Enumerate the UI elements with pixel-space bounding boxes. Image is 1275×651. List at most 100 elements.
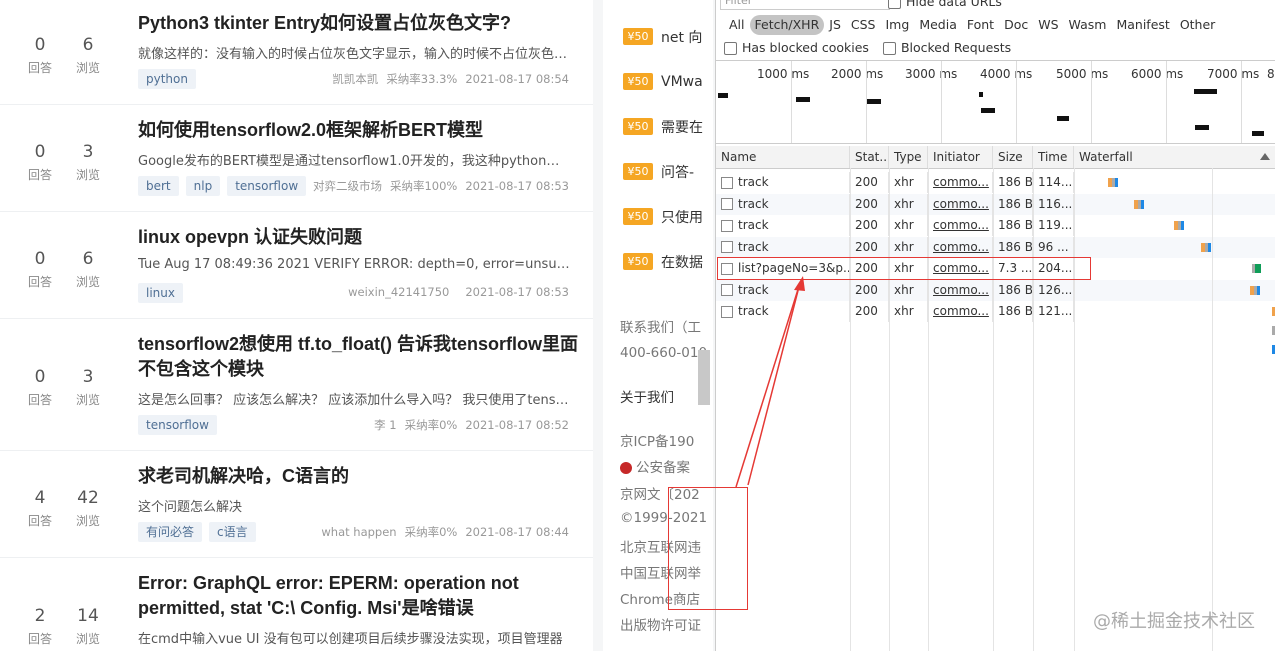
hide-data-urls-checkbox[interactable]: Hide data URLs xyxy=(888,0,1002,9)
question-desc[interactable]: 在cmd中输入vue UI 没有包可以创建项目后续步骤没法实现，项目管理器 xyxy=(138,628,570,647)
bounty-title[interactable]: 需要在 xyxy=(661,120,703,136)
checkbox-icon xyxy=(882,42,896,55)
author[interactable]: weixin_42141750 xyxy=(348,285,449,299)
bounty-title[interactable]: 在数据 xyxy=(661,255,703,271)
has-blocked-cookies-checkbox[interactable]: Has blocked cookies xyxy=(724,40,869,55)
bounty-title[interactable]: 问答- xyxy=(661,165,694,181)
cell-initiator[interactable]: commo... xyxy=(928,172,993,193)
answer-count-label: 回答 xyxy=(27,61,52,75)
cell-size: 186 B xyxy=(993,301,1033,322)
type-filter-wasm[interactable]: Wasm xyxy=(1064,15,1112,35)
question-item[interactable]: 0 回答 6 浏览 Python3 tkinter Entry如何设置占位灰色文字? 就像… xyxy=(0,0,593,105)
footer-police[interactable]: 公安备案 xyxy=(620,456,690,476)
timeline-overview[interactable]: 1000 ms 2000 ms 3000 ms 4000 ms 5000 ms 6000 … xyxy=(716,60,1275,144)
answer-count-value: 2 xyxy=(34,606,46,626)
question-title[interactable]: Python3 tkinter Entry如何设置占位灰色文字? xyxy=(138,11,578,36)
cell-type: xhr xyxy=(889,301,928,322)
author[interactable]: 李 1 xyxy=(374,418,396,432)
bounty-title[interactable]: 只使用 xyxy=(661,210,703,226)
cell-initiator[interactable]: commo... xyxy=(928,193,993,215)
bounty-item[interactable]: ¥50 在数据 xyxy=(623,251,703,271)
type-filter-media[interactable]: Media xyxy=(914,15,962,35)
question-title[interactable]: Error: GraphQL error: EPERM: operation n… xyxy=(138,571,578,621)
question-tag[interactable]: 有问必答 xyxy=(138,522,203,542)
question-tag[interactable]: python xyxy=(138,69,196,89)
column-header[interactable]: Size xyxy=(993,146,1033,168)
bounty-item[interactable]: ¥50 只使用 xyxy=(623,206,703,226)
type-filter-all[interactable]: All xyxy=(724,15,750,35)
bounty-title[interactable]: VMwa xyxy=(661,74,703,90)
question-tag[interactable]: c语言 xyxy=(209,522,256,542)
question-item[interactable]: 0 回答 6 浏览 linux opevpn 认证失败问题 Tue Aug 17 08:4… xyxy=(0,211,593,319)
type-filter-css[interactable]: CSS xyxy=(846,15,881,35)
bounty-item[interactable]: ¥50 需要在 xyxy=(623,116,703,136)
page-scrollbar[interactable] xyxy=(698,350,710,405)
type-filter-fetchxhr[interactable]: Fetch/XHR xyxy=(749,15,825,35)
type-filter-font[interactable]: Font xyxy=(962,15,999,35)
request-row[interactable]: track 200 xhr commo... 186 B 126... xyxy=(716,279,1275,301)
file-icon xyxy=(721,219,733,232)
cell-status: 200 xyxy=(850,301,889,322)
bounty-item[interactable]: ¥50 net 向 xyxy=(623,26,702,46)
column-header[interactable]: Time xyxy=(1033,146,1074,168)
column-header[interactable]: Stat... xyxy=(850,146,889,168)
author[interactable]: what happen xyxy=(321,525,396,539)
type-filter-ws[interactable]: WS xyxy=(1033,15,1063,35)
question-tag[interactable]: bert xyxy=(138,176,179,196)
type-filter-img[interactable]: Img xyxy=(881,15,915,35)
sort-ascending-icon[interactable] xyxy=(1260,153,1270,160)
question-title[interactable]: 如何使用tensorflow2.0框架解析BERT模型 xyxy=(138,118,578,143)
question-desc[interactable]: 就像这样的：没有输入的时候占位灰色文字显示，输入的时候不占位灰色文字消失 xyxy=(138,43,570,62)
type-filter-js[interactable]: JS xyxy=(824,15,846,35)
footer-about[interactable]: 关于我们 xyxy=(620,386,674,406)
question-desc[interactable]: Google发布的BERT模型是通过tensorflow1.0开发的，我这种py… xyxy=(138,150,570,169)
question-meta: what happen 采纳率0% 2021-08-17 08:44 xyxy=(313,524,569,540)
request-row[interactable]: track 200 xhr commo... 186 B 116... xyxy=(716,193,1275,215)
filter-input[interactable]: Filter xyxy=(720,0,890,10)
cell-initiator[interactable]: commo... xyxy=(928,236,993,258)
cell-name: track xyxy=(716,236,850,258)
question-desc[interactable]: 这是怎么回事？ 应该怎么解决？ 应该添加什么导入吗？ 我只使用了tensorfl… xyxy=(138,389,570,408)
request-row[interactable]: track 200 xhr commo... 186 B 96 ... xyxy=(716,236,1275,258)
bounty-item[interactable]: ¥50 VMwa xyxy=(623,71,703,91)
request-row[interactable]: track 200 xhr commo... 186 B 114... xyxy=(716,172,1275,193)
request-row[interactable]: track 200 xhr commo... 186 B 119... xyxy=(716,215,1275,236)
question-desc[interactable]: Tue Aug 17 08:49:36 2021 VERIFY ERROR: d… xyxy=(138,257,570,272)
type-filter-doc[interactable]: Doc xyxy=(999,15,1033,35)
view-count: 6 浏览 xyxy=(68,249,108,290)
cell-initiator[interactable]: commo... xyxy=(928,215,993,236)
type-filter-manifest[interactable]: Manifest xyxy=(1111,15,1174,35)
request-row[interactable]: track 200 xhr commo... 186 B 121... xyxy=(716,301,1275,354)
view-count: 42 浏览 xyxy=(68,488,108,529)
footer-contact[interactable]: 联系我们（工 xyxy=(620,316,701,336)
question-tag[interactable]: nlp xyxy=(185,176,221,196)
footer-icp[interactable]: 京ICP备190 xyxy=(620,430,694,450)
timeline-bar xyxy=(1195,89,1217,94)
author[interactable]: 对弈二级市场 xyxy=(313,179,382,193)
question-desc[interactable]: 这个问题怎么解决 xyxy=(138,496,570,515)
bounty-title[interactable]: net 向 xyxy=(661,30,702,46)
question-tag[interactable]: tensorflow xyxy=(138,415,217,435)
cell-initiator[interactable]: commo... xyxy=(928,301,993,322)
question-item[interactable]: 4 回答 42 浏览 求老司机解决哈，C语言的 这个问题怎么解决 有问必答 c语言 what h… xyxy=(0,450,593,558)
blocked-requests-checkbox[interactable]: Blocked Requests xyxy=(882,40,1011,55)
question-item[interactable]: 0 回答 3 浏览 tensorflow2想使用 tf.to_float() 告诉我te… xyxy=(0,318,593,451)
question-title[interactable]: 求老司机解决哈，C语言的 xyxy=(138,464,578,489)
column-header[interactable]: Waterfall xyxy=(1074,146,1275,168)
question-item[interactable]: 2 回答 14 浏览 Error: GraphQL error: EPERM: oper… xyxy=(0,557,593,651)
column-header[interactable]: Type xyxy=(889,146,928,168)
bounty-badge: ¥50 xyxy=(623,253,653,270)
question-item[interactable]: 0 回答 3 浏览 如何使用tensorflow2.0框架解析BERT模型 Google发… xyxy=(0,104,593,212)
question-tag[interactable]: tensorflow xyxy=(227,176,307,196)
question-title[interactable]: tensorflow2想使用 tf.to_float() 告诉我tensorfl… xyxy=(138,332,578,382)
cell-initiator[interactable]: commo... xyxy=(928,279,993,301)
type-filter-other[interactable]: Other xyxy=(1175,15,1221,35)
column-header[interactable]: Initiator xyxy=(928,146,993,168)
question-title[interactable]: linux opevpn 认证失败问题 xyxy=(138,225,578,250)
bounty-item[interactable]: ¥50 问答- xyxy=(623,161,694,181)
blocked-filters: Has blocked cookies Blocked Requests xyxy=(724,40,1011,55)
column-header[interactable]: Name xyxy=(716,146,850,168)
question-tag[interactable]: linux xyxy=(138,283,183,303)
author[interactable]: 凯凯本凯 xyxy=(332,72,378,86)
footer-publish[interactable]: 出版物许可证 xyxy=(620,614,701,634)
